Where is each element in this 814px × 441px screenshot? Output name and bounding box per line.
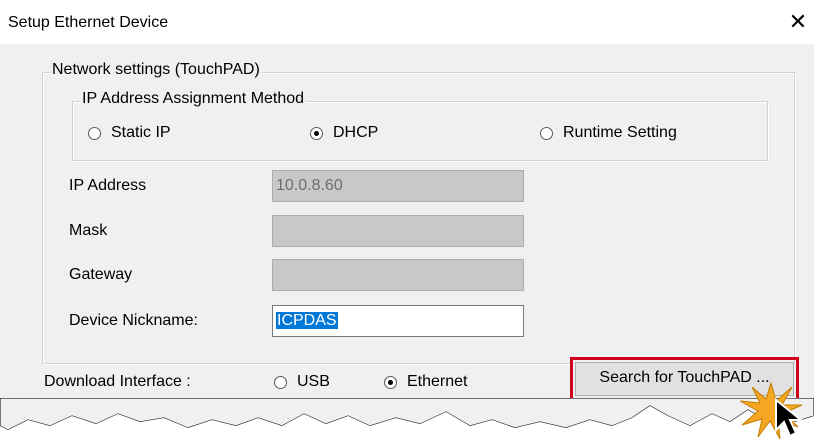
radio-dhcp-label: DHCP bbox=[333, 124, 379, 141]
network-settings-legend: Network settings (TouchPAD) bbox=[50, 61, 262, 79]
ip-address-label: IP Address bbox=[69, 177, 147, 194]
gateway-field[interactable] bbox=[272, 259, 524, 291]
radio-static-ip-label: Static IP bbox=[111, 124, 171, 141]
radio-ethernet[interactable]: Ethernet bbox=[384, 373, 467, 391]
radio-dhcp-indicator[interactable] bbox=[310, 126, 323, 140]
torn-edge-decoration bbox=[0, 398, 814, 441]
window-title: Setup Ethernet Device bbox=[8, 14, 169, 31]
radio-static-ip[interactable]: Static IP bbox=[88, 124, 171, 142]
radio-usb-indicator[interactable] bbox=[274, 375, 287, 389]
title-bar: Setup Ethernet Device ✕ bbox=[0, 0, 814, 44]
mouse-pointer-icon bbox=[775, 398, 804, 438]
device-nickname-value: ICPDAS bbox=[276, 312, 338, 329]
device-nickname-field[interactable]: ICPDAS bbox=[272, 305, 524, 337]
radio-usb-label: USB bbox=[297, 373, 330, 390]
device-nickname-label: Device Nickname: bbox=[69, 312, 198, 329]
gateway-label: Gateway bbox=[69, 266, 133, 283]
radio-dhcp[interactable]: DHCP bbox=[310, 124, 378, 142]
radio-runtime-setting-label: Runtime Setting bbox=[563, 124, 677, 141]
radio-runtime-setting[interactable]: Runtime Setting bbox=[540, 124, 677, 142]
ip-address-field[interactable]: 10.0.8.60 bbox=[272, 170, 524, 202]
radio-ethernet-label: Ethernet bbox=[407, 373, 468, 390]
close-icon[interactable]: ✕ bbox=[786, 9, 810, 35]
download-interface-label: Download Interface : bbox=[44, 373, 191, 390]
radio-usb[interactable]: USB bbox=[274, 373, 330, 391]
ip-method-legend: IP Address Assignment Method bbox=[80, 90, 307, 108]
mask-field[interactable] bbox=[272, 215, 524, 247]
mask-label: Mask bbox=[69, 222, 108, 239]
radio-static-ip-indicator[interactable] bbox=[88, 126, 101, 140]
radio-runtime-setting-indicator[interactable] bbox=[540, 126, 553, 140]
radio-ethernet-indicator[interactable] bbox=[384, 375, 397, 389]
